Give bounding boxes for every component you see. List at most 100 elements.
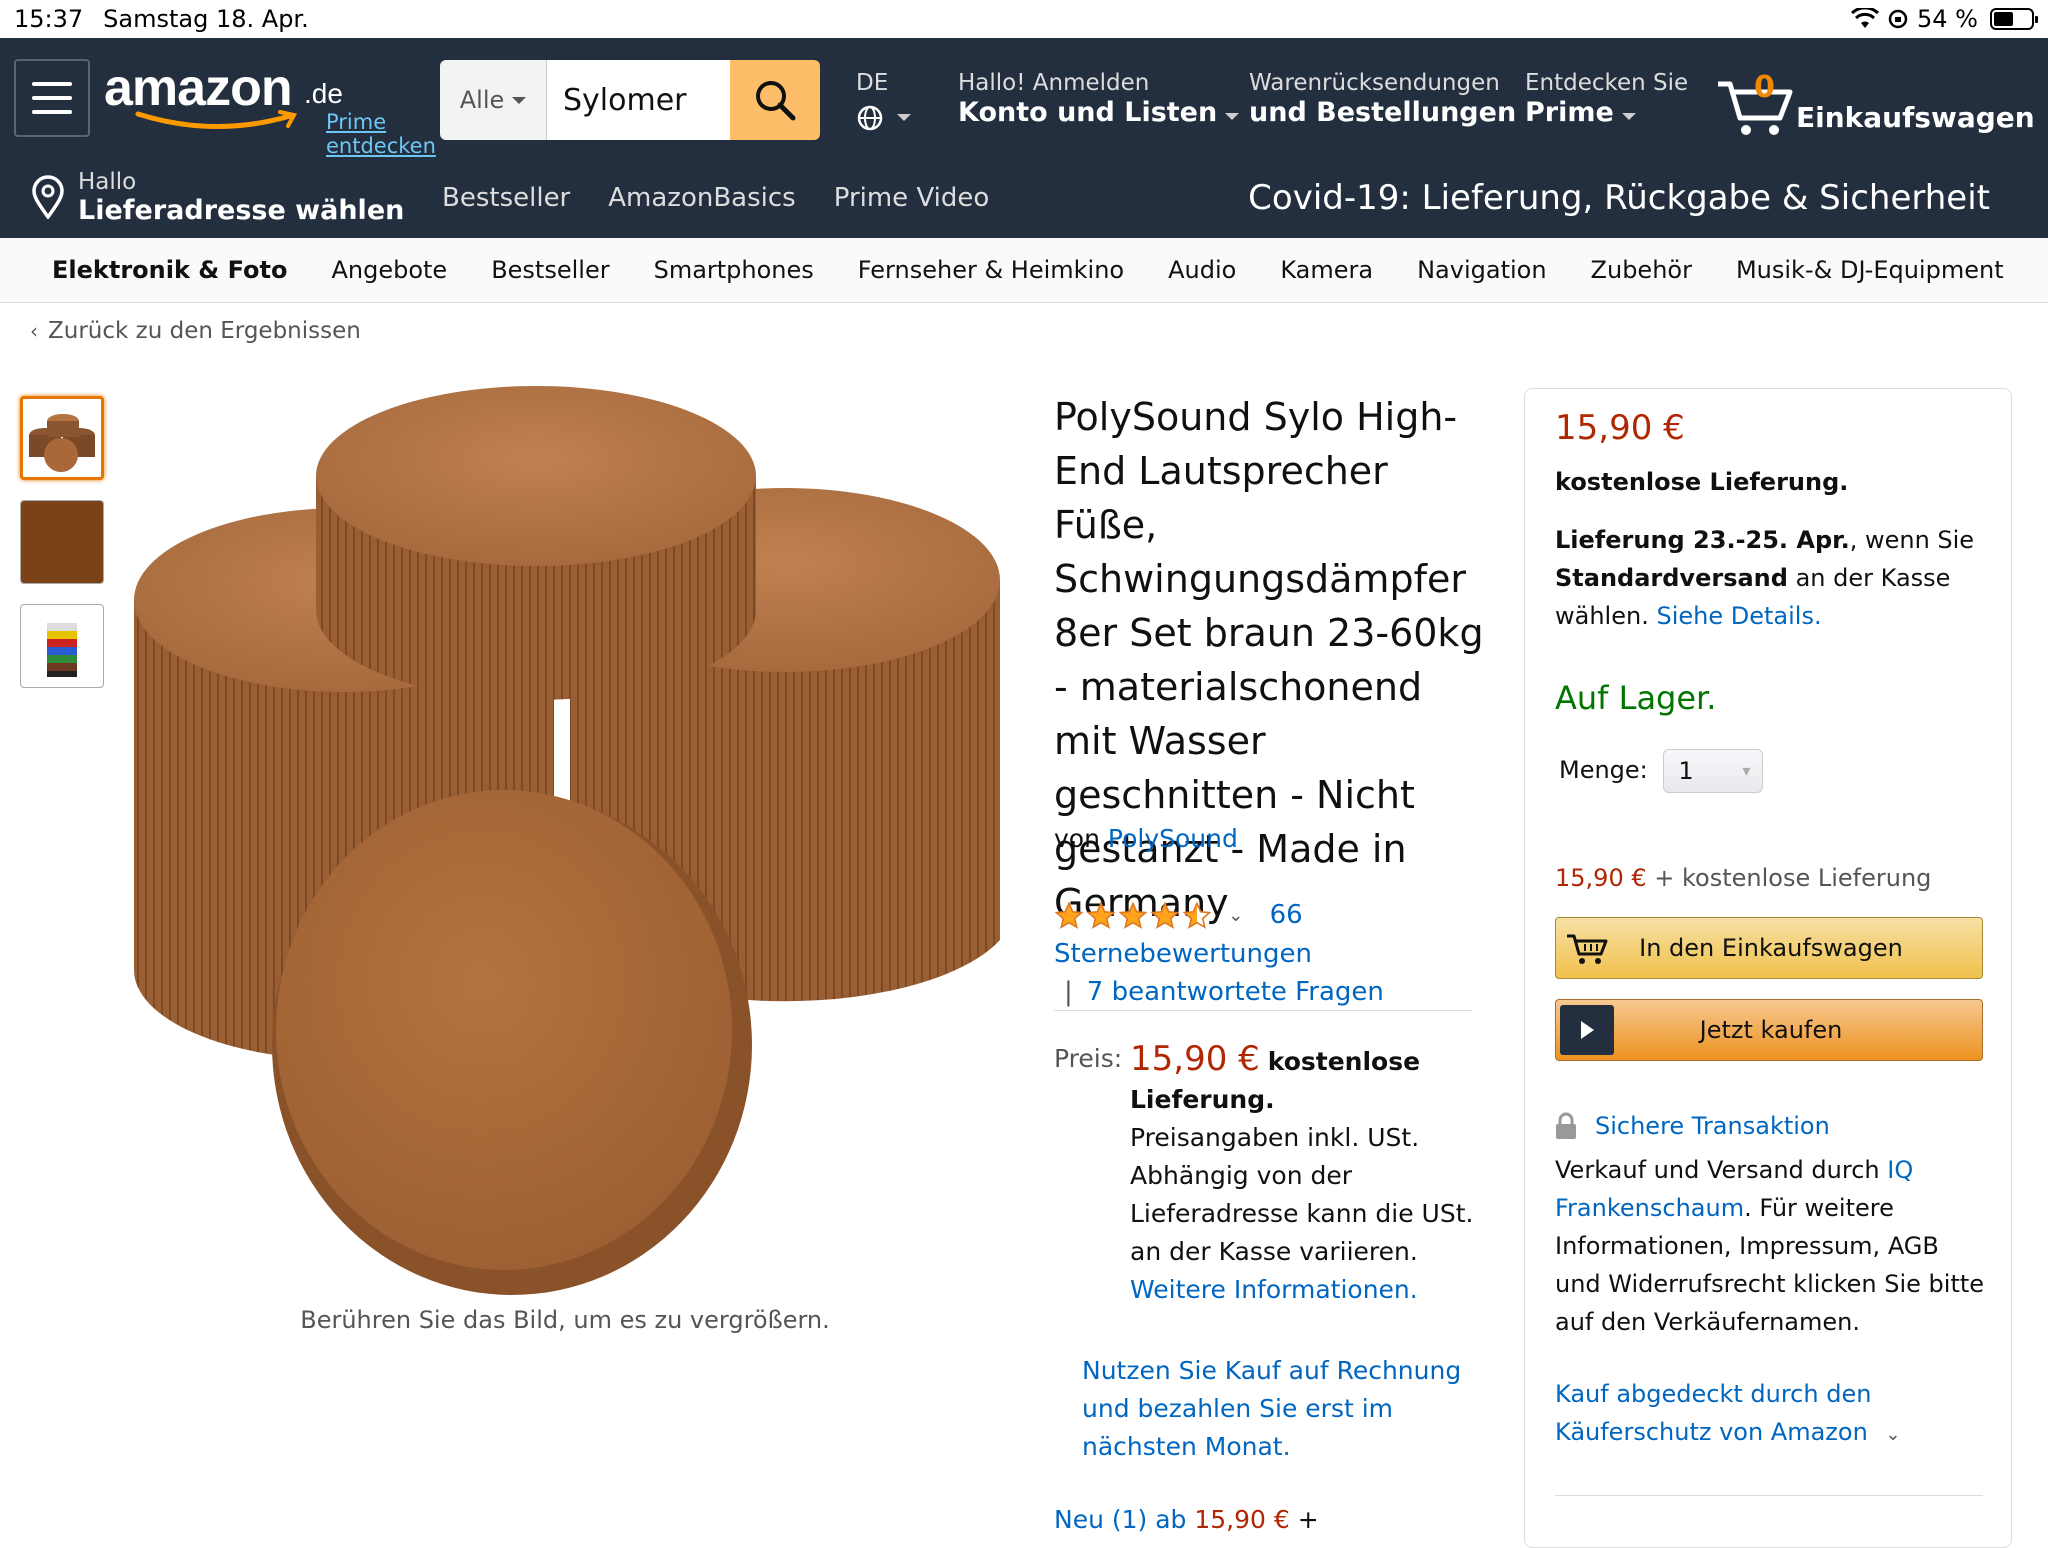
- category-bestseller[interactable]: Bestseller: [491, 256, 609, 284]
- subnav-link-prime-video[interactable]: Prime Video: [834, 183, 990, 213]
- prime-menu[interactable]: Entdecken Sie Prime: [1525, 68, 1688, 131]
- wifi-icon: [1851, 8, 1880, 28]
- battery-icon: [1990, 8, 2038, 30]
- category-accessories[interactable]: Zubehör: [1591, 256, 1692, 284]
- by-label: von: [1054, 824, 1100, 853]
- search-department-select[interactable]: Alle: [440, 60, 547, 140]
- category-deals[interactable]: Angebote: [331, 256, 447, 284]
- buyer-protection[interactable]: Kauf abgedeckt durch den Käuferschutz vo…: [1555, 1375, 1955, 1454]
- stock-status: Auf Lager.: [1555, 679, 1717, 717]
- new-offers[interactable]: Neu (1) ab 15,90 € +: [1054, 1505, 1319, 1534]
- battery-fill: [1994, 12, 2014, 26]
- thumbnail-3[interactable]: [20, 604, 104, 688]
- thumbnail-brown-swatch: [21, 501, 103, 583]
- buyer-protection-link: Kauf abgedeckt durch den Käuferschutz vo…: [1555, 1380, 1872, 1446]
- covid-banner[interactable]: Covid-19: Lieferung, Rückgabe & Sicherhe…: [1248, 158, 1990, 238]
- amazon-logo[interactable]: amazon .de Prime entdecken: [104, 58, 436, 158]
- new-offers-price: 15,90 €: [1194, 1505, 1290, 1534]
- delivery-details-link[interactable]: Siehe Details.: [1656, 602, 1821, 630]
- add-to-cart-label: In den Einkaufswagen: [1639, 934, 1903, 962]
- delivery-shipping-method: Standardversand: [1555, 564, 1788, 592]
- invoice-promo-link[interactable]: Nutzen Sie Kauf auf Rechnung und bezahle…: [1082, 1352, 1482, 1466]
- answered-questions-link[interactable]: 7 beantwortete Fragen: [1087, 977, 1384, 1007]
- category-tv[interactable]: Fernseher & Heimkino: [858, 256, 1124, 284]
- cart-icon: 0: [1716, 70, 1794, 140]
- rating-stars[interactable]: [1054, 900, 1212, 931]
- quantity-value: 1: [1678, 757, 1694, 785]
- star-icon: [1182, 900, 1212, 929]
- logo-tld: .de: [304, 78, 343, 109]
- product-price: 15,90 €: [1130, 1039, 1260, 1079]
- category-navigation[interactable]: Navigation: [1417, 256, 1546, 284]
- buybox-free-delivery: kostenlose Lieferung.: [1555, 468, 1849, 496]
- thumbnail-1[interactable]: [20, 396, 104, 480]
- chevron-down-icon[interactable]: ⌄: [1228, 905, 1243, 926]
- product-image[interactable]: [120, 380, 1020, 1310]
- prime-link[interactable]: Prime entdecken: [326, 110, 436, 158]
- orders-line2: und Bestellungen: [1249, 97, 1517, 128]
- buybox-price: 15,90 €: [1555, 408, 1685, 448]
- seller-prefix: Verkauf und Versand durch: [1555, 1156, 1880, 1184]
- summary-price: 15,90 €: [1555, 864, 1647, 892]
- category-smartphones[interactable]: Smartphones: [654, 256, 814, 284]
- separator: |: [1064, 976, 1073, 1007]
- language-selector[interactable]: DE: [856, 68, 912, 132]
- prime-line2: Prime: [1525, 97, 1614, 128]
- price-label: Preis:: [1054, 1044, 1123, 1073]
- price-summary: 15,90 € + kostenlose Lieferung: [1555, 859, 1931, 897]
- more-info-link[interactable]: Weitere Informationen.: [1130, 1275, 1418, 1304]
- search-input[interactable]: Sylomer: [547, 60, 730, 140]
- account-menu[interactable]: Hallo! Anmelden Konto und Listen: [958, 68, 1240, 131]
- thumbnail-2[interactable]: [20, 500, 104, 584]
- header: amazon .de Prime entdecken Alle Sylomer …: [0, 38, 2048, 158]
- chevron-down-icon: [1621, 113, 1636, 120]
- star-icon: [1086, 900, 1116, 929]
- back-to-results-link[interactable]: ‹ Zurück zu den Ergebnissen: [30, 318, 361, 344]
- chevron-down-icon: ⌄: [1885, 1424, 1901, 1445]
- status-bar: 15:37 Samstag 18. Apr. 54 %: [0, 0, 2048, 38]
- delivery-date: Lieferung 23.-25. Apr.: [1555, 526, 1850, 554]
- category-music-dj[interactable]: Musik-& DJ-Equipment: [1736, 256, 2004, 284]
- secure-transaction[interactable]: Sichere Transaktion: [1555, 1107, 1830, 1145]
- star-icon: [1150, 900, 1180, 929]
- delivery-location[interactable]: Hallo Lieferadresse wählen: [30, 168, 404, 226]
- add-to-cart-button[interactable]: In den Einkaufswagen: [1555, 917, 1983, 979]
- image-caption: Berühren Sie das Bild, um es zu vergröße…: [300, 1306, 830, 1334]
- rating-count[interactable]: 66: [1270, 900, 1303, 930]
- star-icon: [1054, 900, 1084, 929]
- search-button[interactable]: [730, 60, 820, 140]
- delivery-info: Lieferung 23.-25. Apr., wenn Sie Standar…: [1555, 521, 1985, 635]
- location-pin-icon: [32, 175, 64, 219]
- cart-label: Einkaufswagen: [1796, 101, 2035, 134]
- chevron-left-icon: ‹: [30, 319, 38, 343]
- language-label: DE: [856, 70, 889, 96]
- menu-button[interactable]: [14, 59, 90, 137]
- buy-now-button[interactable]: Jetzt kaufen: [1555, 999, 1983, 1061]
- lock-icon: [1556, 1112, 1576, 1139]
- rating-label[interactable]: Sternebewertungen: [1054, 939, 1312, 969]
- search-icon: [756, 81, 796, 121]
- orders-line1: Warenrücksendungen: [1249, 70, 1500, 96]
- category-camera[interactable]: Kamera: [1280, 256, 1373, 284]
- cart-button[interactable]: 0 Einkaufswagen: [1716, 60, 2035, 140]
- subnav: Hallo Lieferadresse wählen Bestseller Am…: [0, 158, 2048, 238]
- location-label: Lieferadresse wählen: [78, 195, 405, 226]
- rotation-lock-icon: [1888, 9, 1908, 29]
- logo-smile-icon: [135, 110, 298, 130]
- cart-icon: [1560, 923, 1614, 973]
- new-offers-suffix: +: [1297, 1505, 1319, 1534]
- quantity-label: Menge:: [1559, 756, 1648, 784]
- account-greeting: Hallo! Anmelden: [958, 70, 1150, 96]
- quantity-select[interactable]: 1 ▾: [1663, 749, 1764, 793]
- department-label: Alle: [459, 86, 505, 114]
- brand-line: von PolySound: [1054, 824, 1238, 853]
- secure-transaction-label: Sichere Transaktion: [1595, 1112, 1830, 1140]
- buy-now-label: Jetzt kaufen: [1699, 1016, 1843, 1044]
- subnav-link-amazonbasics[interactable]: AmazonBasics: [608, 183, 795, 213]
- category-electronics[interactable]: Elektronik & Foto: [52, 256, 287, 284]
- orders-link[interactable]: Warenrücksendungen und Bestellungen: [1249, 68, 1516, 128]
- new-offers-link[interactable]: Neu (1) ab: [1054, 1505, 1186, 1534]
- brand-link[interactable]: PolySound: [1108, 824, 1238, 853]
- subnav-link-bestseller[interactable]: Bestseller: [442, 183, 570, 213]
- category-audio[interactable]: Audio: [1168, 256, 1236, 284]
